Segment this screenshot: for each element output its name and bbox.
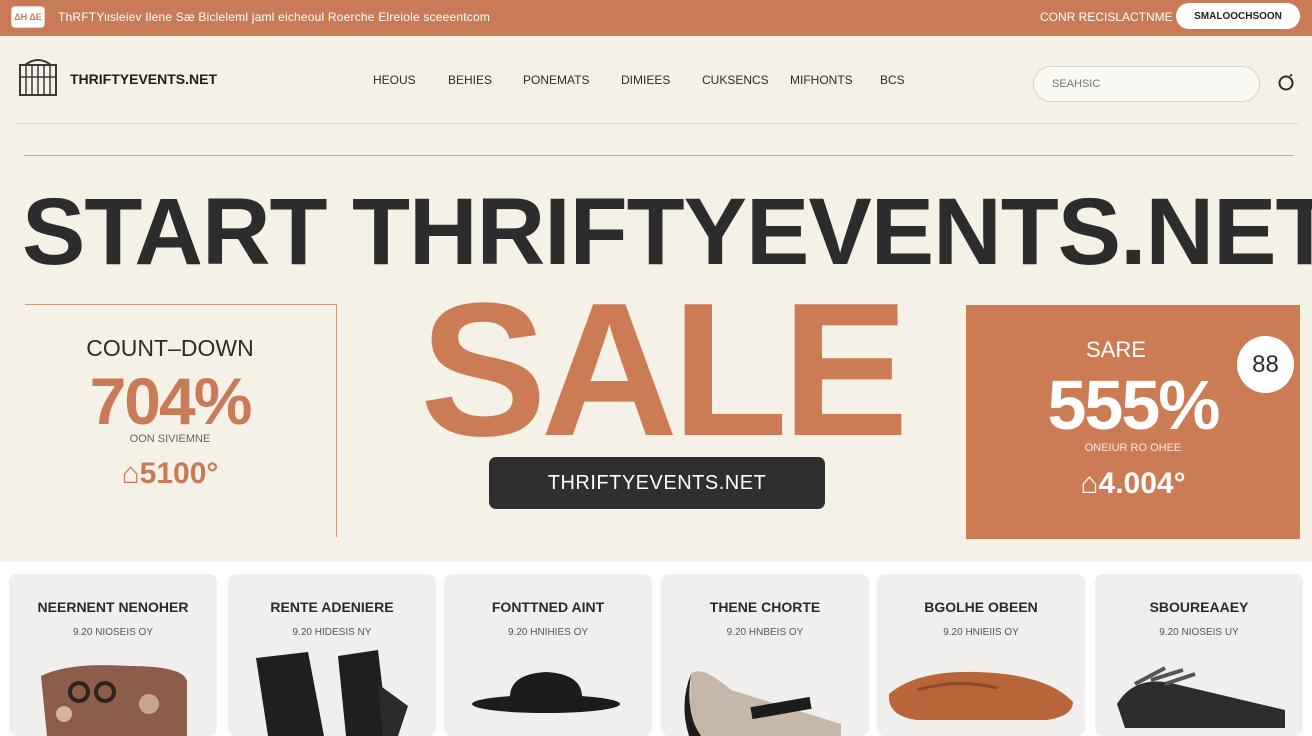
- promo-pill-button[interactable]: SMALOOCHSOON: [1176, 3, 1300, 29]
- product-meta: 9.20 NIOSEIS OY: [72, 627, 154, 638]
- shop-now-button[interactable]: THRIFTYEVENTS.NET: [489, 457, 825, 509]
- search-input[interactable]: [1033, 66, 1260, 102]
- nav-item-7[interactable]: BCS: [880, 73, 905, 87]
- countdown-percent: 704%: [89, 364, 253, 438]
- product-name: RENTE ADENIERE: [270, 599, 394, 615]
- flat-shoe-product-image: [684, 671, 841, 736]
- promo-offer-subtext: ONEIUR RO OHEE: [1084, 442, 1182, 454]
- promo-logo[interactable]: ΔΗ ΔΕ: [11, 6, 45, 28]
- nav-item-1[interactable]: HEOUS: [373, 73, 416, 87]
- countdown-label: COUNT–DOWN: [86, 335, 254, 361]
- product-card[interactable]: RENTE ADENIERE 9.20 HIDESIS NY: [228, 574, 436, 736]
- nav-item-4[interactable]: DIMIEES: [621, 73, 670, 87]
- product-name: SBOUREAAEY: [1149, 599, 1249, 615]
- countdown-panel: COUNT–DOWN 704% OON SIVIEMNE ⌂5100°: [25, 304, 337, 537]
- bag-product-image: [41, 665, 188, 736]
- countdown-price: ⌂5100°: [121, 457, 219, 490]
- promo-right-link[interactable]: CONR RECISLACTNME: [1040, 10, 1173, 24]
- product-card[interactable]: THENE CHORTE 9.20 HNBEIS OY: [661, 574, 869, 736]
- product-meta: 9.20 HNIHIES OY: [507, 627, 589, 638]
- product-meta: 9.20 NIOSEIS UY: [1159, 627, 1239, 638]
- product-card[interactable]: BGOLHE OBEEN 9.20 HNIEIIS OY: [877, 574, 1085, 736]
- nav-item-2[interactable]: BEHIES: [448, 73, 492, 87]
- boots-product-image: [256, 650, 408, 736]
- nav-divider: [16, 123, 1298, 124]
- product-meta: 9.20 HNIEIIS OY: [943, 627, 1019, 638]
- product-meta: 9.20 HIDESIS NY: [292, 627, 372, 638]
- promo-bar: ΔΗ ΔΕ ThRFTΥιιsleiev Ilene Sæ Bicleleml …: [0, 0, 1312, 36]
- product-card[interactable]: NEERNENT NENOHER 9.20 NIOSEIS OY: [9, 574, 217, 736]
- promo-text: ThRFTΥιιsleiev Ilene Sæ Bicleleml jaml e…: [58, 10, 491, 24]
- nav-item-5[interactable]: CUKSENCS: [702, 73, 769, 87]
- brand-name[interactable]: THRIFTYEVENTS.NET: [70, 71, 217, 87]
- promo-offer-panel[interactable]: SARE 555% ONEIUR RO OHEE ⌂4.004° 88: [966, 305, 1300, 539]
- promo-offer-price: ⌂4.004°: [1080, 467, 1186, 500]
- product-card[interactable]: SBOUREAAEY 9.20 NIOSEIS UY: [1095, 574, 1303, 736]
- countdown-subtext: OON SIVIEMNE: [129, 433, 211, 445]
- sale-headline: SALE: [420, 264, 909, 476]
- product-name: NEERNENT NENOHER: [37, 599, 189, 615]
- product-name: THENE CHORTE: [709, 599, 821, 615]
- product-name: FONTTNED AINT: [491, 599, 605, 615]
- product-meta: 9.20 HNBEIS OY: [726, 627, 804, 638]
- promo-offer-badge: 88: [1237, 336, 1294, 393]
- product-card[interactable]: FONTTNED AINT 9.20 HNIHIES OY: [444, 574, 652, 736]
- loafer-product-image: [888, 671, 1073, 720]
- sandal-product-image: [1117, 666, 1285, 728]
- nav-item-3[interactable]: PONEMATS: [523, 73, 589, 87]
- product-name: BGOLHE OBEEN: [924, 599, 1038, 615]
- hero-divider: [24, 155, 1294, 156]
- account-icon[interactable]: [1277, 74, 1295, 92]
- basket-icon[interactable]: [17, 57, 59, 99]
- hat-product-image: [472, 672, 620, 713]
- nav-item-6[interactable]: MIFHONTS: [790, 73, 853, 87]
- promo-offer-label: SARE: [1086, 337, 1146, 362]
